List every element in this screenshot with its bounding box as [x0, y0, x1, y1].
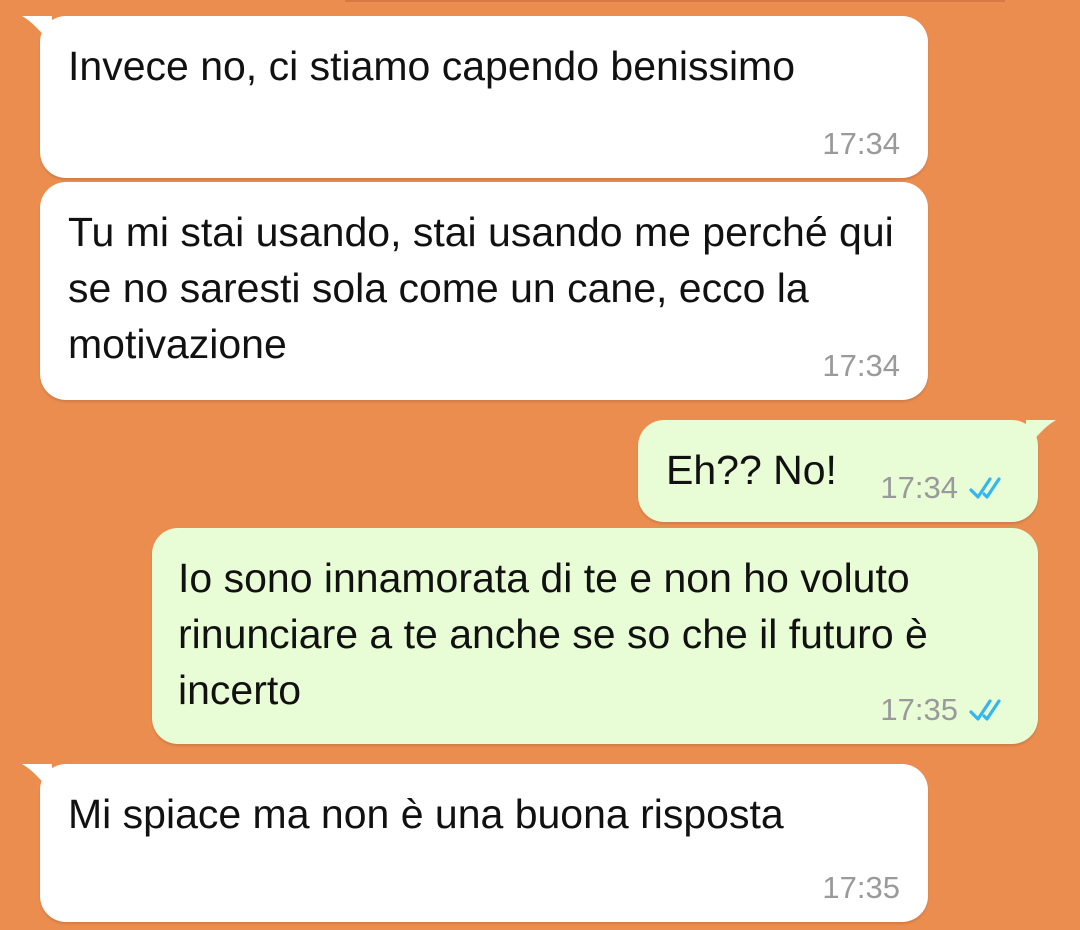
outgoing-message[interactable]: Io sono innamorata di te e non ho voluto… [152, 528, 1038, 744]
message-text: Mi spiace ma non è una buona risposta [68, 791, 784, 837]
message-meta: 17:34 [880, 470, 1012, 506]
bubble-tail-icon [1026, 420, 1056, 450]
message-time: 17:35 [880, 692, 958, 727]
message-meta: 17:35 [822, 870, 900, 906]
message-meta: 17:35 [880, 692, 1012, 728]
double-check-read-icon [969, 699, 1001, 721]
incoming-message[interactable]: Tu mi stai usando, stai usando me perché… [40, 182, 928, 400]
outgoing-message[interactable]: Eh?? No! 17:34 [638, 420, 1056, 522]
double-check-read-icon [969, 477, 1001, 499]
message-time: 17:34 [822, 348, 900, 383]
message-text: Tu mi stai usando, stai usando me perché… [68, 209, 894, 367]
bubble-tail-icon [22, 764, 52, 794]
previous-message-edge [345, 0, 1005, 2]
message-time: 17:34 [822, 126, 900, 161]
incoming-message[interactable]: Invece no, ci stiamo capendo benissimo 1… [22, 16, 928, 178]
message-meta: 17:34 [822, 126, 900, 162]
message-time: 17:34 [880, 470, 958, 505]
chat-thread: Invece no, ci stiamo capendo benissimo 1… [0, 0, 1080, 930]
message-text: Invece no, ci stiamo capendo benissimo [68, 43, 796, 89]
incoming-message[interactable]: Mi spiace ma non è una buona risposta 17… [22, 764, 928, 922]
message-time: 17:35 [822, 870, 900, 905]
message-meta: 17:34 [822, 348, 900, 384]
bubble-tail-icon [22, 16, 52, 46]
